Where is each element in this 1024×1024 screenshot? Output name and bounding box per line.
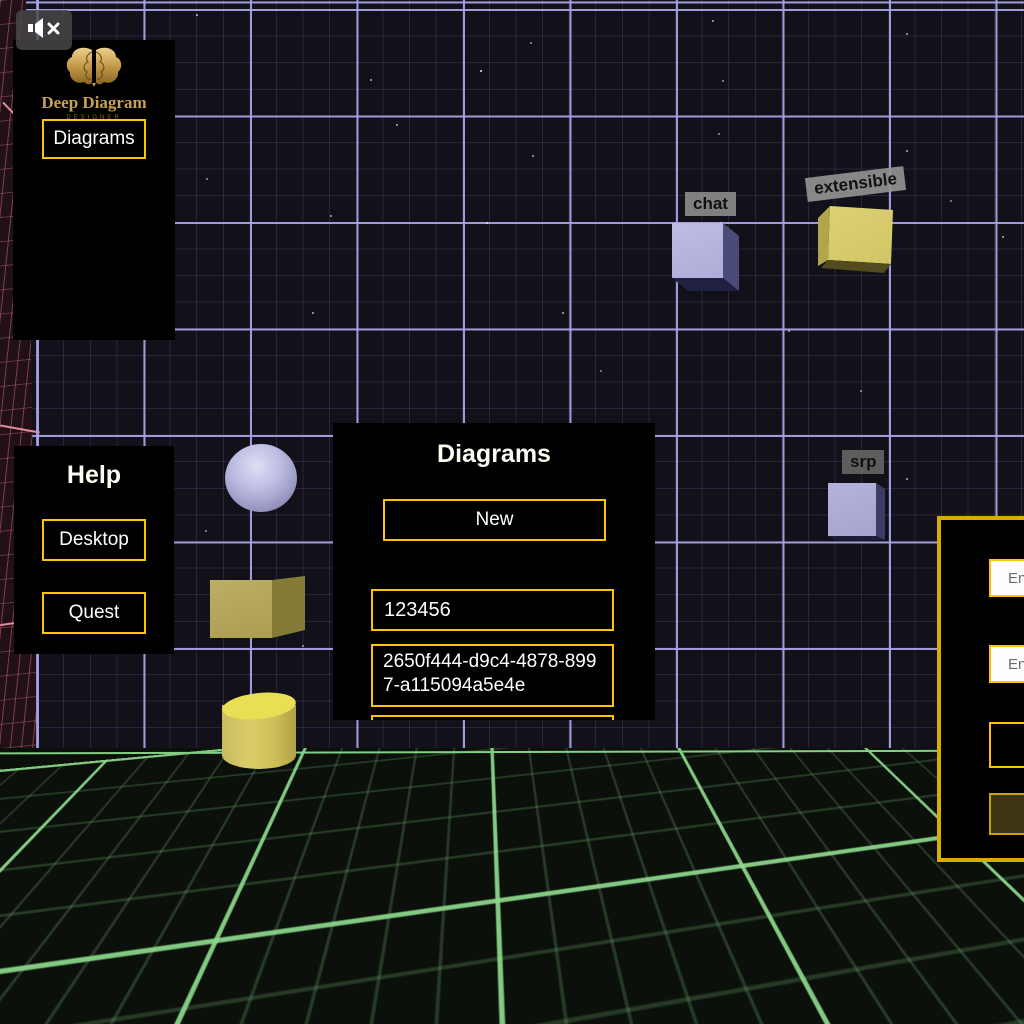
form-field-dark[interactable]: [989, 722, 1024, 768]
cylinder-object[interactable]: [222, 693, 296, 773]
floor-grid: [0, 748, 1024, 894]
brain-logo-icon: [13, 46, 175, 93]
form-input-2[interactable]: Enter: [989, 645, 1024, 683]
help-panel: Help Desktop Quest: [14, 446, 174, 654]
extensible-cube-object[interactable]: [818, 200, 898, 276]
diagrams-button[interactable]: Diagrams: [42, 119, 146, 159]
vr-scene: chat extensible srp: [0, 0, 1024, 1024]
quest-button[interactable]: Quest: [42, 592, 146, 634]
diagrams-panel: Diagrams New 123456 2650f444-d9c4-4878-8…: [333, 423, 655, 720]
chat-cube-object[interactable]: [672, 222, 742, 294]
diagram-id-field[interactable]: 2650f444-d9c4-4878-8997-a115094a5e4e: [371, 644, 614, 707]
mute-button[interactable]: [16, 10, 72, 50]
help-title: Help: [14, 446, 174, 490]
brand-panel: Deep Diagram DESIGNER Diagrams: [13, 40, 175, 340]
session-code-field[interactable]: 123456: [371, 589, 614, 631]
new-diagram-button[interactable]: New: [383, 499, 606, 541]
yellow-cube-object[interactable]: [209, 575, 306, 640]
sphere-object[interactable]: [225, 444, 297, 512]
chat-label: chat: [685, 192, 736, 216]
clipped-field[interactable]: [371, 715, 614, 720]
srp-cube-object[interactable]: [828, 482, 888, 542]
diagrams-title: Diagrams: [333, 423, 655, 469]
desktop-button[interactable]: Desktop: [42, 519, 146, 561]
form-field-olive[interactable]: [989, 793, 1024, 835]
form-input-1[interactable]: Enter: [989, 559, 1024, 597]
speaker-muted-icon: [26, 16, 62, 45]
brand-title: Deep Diagram: [13, 93, 175, 113]
form-panel: Enter Enter: [937, 516, 1024, 862]
srp-label: srp: [842, 450, 884, 474]
